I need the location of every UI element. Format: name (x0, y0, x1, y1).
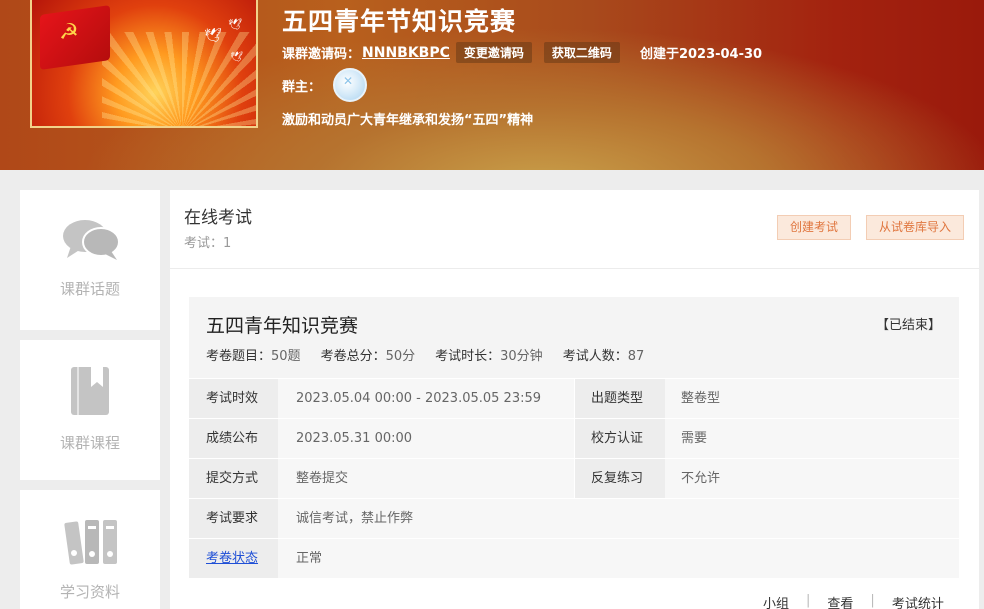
detail-key: 成绩公布 (189, 419, 278, 458)
cover-rays (102, 32, 256, 126)
stat-duration: 考试时长：30分钟 (435, 349, 543, 364)
nav-card-topics[interactable]: 课群话题 (20, 190, 160, 330)
table-row: 提交方式 整卷提交 反复练习 不允许 (189, 458, 959, 498)
detail-value: 2023.05.04 00:00 - 2023.05.05 23:59 (278, 379, 574, 418)
course-group-description: 激励和动员广大青年继承和发扬“五四”精神 (282, 113, 534, 128)
dove-icon: 🕊 (228, 18, 242, 31)
online-exam-panel: 在线考试 考试：1 创建考试 从试卷库导入 五四青年知识竞赛 【已结束】 考卷题… (170, 190, 979, 609)
nav-label-courses: 课群课程 (59, 434, 120, 452)
binders-icon (64, 520, 117, 565)
exam-stats: 考卷题目：50题 考卷总分：50分 考试时长：30分钟 考试人数：87 (206, 345, 664, 364)
exam-details-table: 考试时效 2023.05.04 00:00 - 2023.05.05 23:59… (189, 378, 959, 578)
dove-icon: 🕊 (204, 28, 222, 44)
import-from-bank-button[interactable]: 从试卷库导入 (866, 215, 965, 240)
detail-key: 校方认证 (574, 419, 665, 458)
table-row: 考卷状态 正常 (189, 538, 959, 578)
get-qr-code-button[interactable]: 获取二维码 (543, 42, 620, 63)
nav-label-materials: 学习资料 (59, 583, 120, 601)
detail-value: 需要 (665, 419, 959, 458)
exam-statistics-link[interactable]: 考试统计 (892, 593, 944, 609)
divider (170, 268, 979, 269)
detail-key: 提交方式 (189, 459, 278, 498)
table-row: 成绩公布 2023.05.31 00:00 校方认证 需要 (189, 418, 959, 458)
detail-value: 正常 (278, 539, 959, 578)
create-exam-button[interactable]: 创建考试 (777, 215, 852, 240)
stat-total-score: 考卷总分：50分 (320, 349, 416, 364)
exam-count: 考试：1 (184, 236, 232, 251)
separator: | (870, 593, 875, 608)
detail-value: 整卷型 (665, 379, 959, 418)
dove-icon: 🕊 (230, 52, 243, 63)
exam-actions: 小组 | 查看 | 考试统计 (763, 593, 944, 609)
table-row: 考试时效 2023.05.04 00:00 - 2023.05.05 23:59… (189, 378, 959, 418)
panel-title: 在线考试 (184, 208, 252, 228)
detail-value: 2023.05.31 00:00 (278, 419, 574, 458)
invite-row: 课群邀请码： NNNBKBPC 变更邀请码 获取二维码 创建于2023-04-3… (282, 42, 762, 63)
owner-avatar[interactable]: ✕ (333, 68, 368, 102)
detail-key: 出题类型 (574, 379, 665, 418)
table-row: 考试要求 诚信考试，禁止作弊 (189, 498, 959, 538)
course-group-cover-image: ☭ 🕊 🕊 🕊 (30, 0, 258, 128)
detail-value: 诚信考试，禁止作弊 (278, 499, 959, 538)
chat-bubbles-icon (63, 220, 120, 260)
exam-card: 五四青年知识竞赛 【已结束】 考卷题目：50题 考卷总分：50分 考试时长：30… (189, 297, 959, 578)
avatar-placeholder-icon: ✕ (343, 74, 354, 88)
course-group-title: 五四青年节知识竞赛 (282, 7, 517, 36)
owner-label: 群主： (282, 79, 322, 95)
detail-key: 考试要求 (189, 499, 278, 538)
separator: | (806, 593, 811, 608)
created-date: 创建于2023-04-30 (639, 47, 763, 62)
group-link[interactable]: 小组 (763, 593, 789, 609)
detail-key: 反复练习 (574, 459, 665, 498)
paper-status-link[interactable]: 考卷状态 (206, 551, 258, 566)
detail-key: 考卷状态 (189, 539, 278, 578)
invite-label: 课群邀请码： (282, 47, 361, 62)
nav-label-topics: 课群话题 (59, 280, 120, 298)
course-group-banner: ☭ 🕊 🕊 🕊 五四青年节知识竞赛 课群邀请码： NNNBKBPC 变更邀请码 … (0, 0, 984, 170)
nav-card-courses[interactable]: 课群课程 (20, 340, 160, 480)
invite-code[interactable]: NNNBKBPC (362, 45, 450, 61)
detail-key: 考试时效 (189, 379, 278, 418)
exam-title[interactable]: 五四青年知识竞赛 (206, 311, 358, 338)
view-link[interactable]: 查看 (827, 593, 853, 609)
detail-value: 整卷提交 (278, 459, 574, 498)
stat-questions: 考卷题目：50题 (206, 349, 301, 364)
change-invite-code-button[interactable]: 变更邀请码 (455, 42, 532, 63)
detail-value: 不允许 (665, 459, 959, 498)
book-icon (71, 367, 109, 415)
stat-participants: 考试人数：87 (562, 349, 645, 364)
party-emblem-icon: ☭ (59, 20, 79, 45)
exam-status-badge: 【已结束】 (875, 318, 941, 333)
nav-card-materials[interactable]: 学习资料 (20, 490, 160, 609)
owner-row: 群主： ✕ (282, 68, 368, 102)
